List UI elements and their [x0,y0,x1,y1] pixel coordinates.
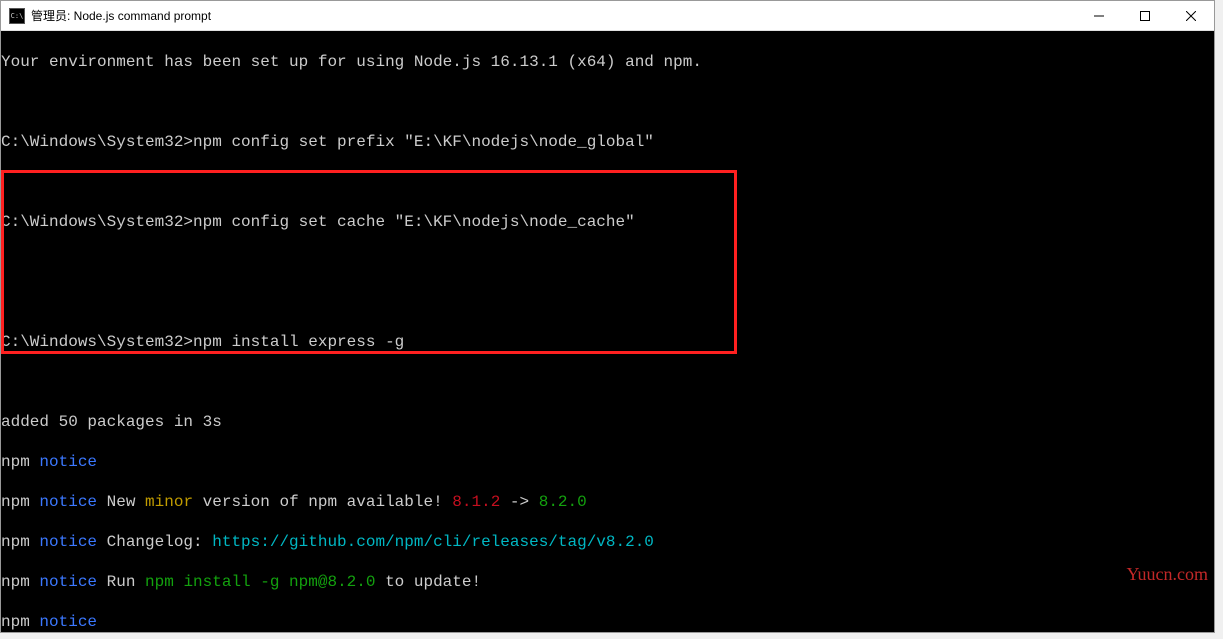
prompt: C:\Windows\System32> [1,213,193,231]
changelog-label: Changelog: [97,533,212,551]
window-title: 管理员: Node.js command prompt [31,7,1076,24]
window-frame: C:\ 管理员: Node.js command prompt Your env… [0,0,1215,633]
npm-label: npm [1,493,39,511]
version-old: 8.1.2 [452,493,500,511]
run-command: npm install -g npm@8.2.0 [145,573,375,591]
minor-label: minor [145,493,193,511]
notice-label: notice [39,613,97,631]
command-3: npm install express -g [193,333,404,351]
run-label: Run [97,573,145,591]
npm-label: npm [1,573,39,591]
notice-label: notice [39,493,97,511]
notice-text: version of npm available! [193,493,452,511]
watermark: Yuucn.com [1127,564,1208,584]
minimize-button[interactable] [1076,1,1122,31]
run-tail: to update! [375,573,481,591]
maximize-button[interactable] [1122,1,1168,31]
npm-label: npm [1,533,39,551]
notice-label: notice [39,453,97,471]
added-line: added 50 packages in 3s [1,412,1214,432]
notice-text: New [97,493,145,511]
version-new: 8.2.0 [539,493,587,511]
close-button[interactable] [1168,1,1214,31]
changelog-url: https://github.com/npm/cli/releases/tag/… [212,533,654,551]
npm-label: npm [1,453,39,471]
window-controls [1076,1,1214,30]
command-1: npm config set prefix "E:\KF\nodejs\node… [193,133,654,151]
command-2: npm config set cache "E:\KF\nodejs\node_… [193,213,635,231]
terminal-output[interactable]: Your environment has been set up for usi… [1,31,1214,632]
notice-label: notice [39,573,97,591]
titlebar[interactable]: C:\ 管理员: Node.js command prompt [1,1,1214,31]
npm-label: npm [1,613,39,631]
prompt: C:\Windows\System32> [1,133,193,151]
arrow: -> [500,493,538,511]
notice-label: notice [39,533,97,551]
prompt: C:\Windows\System32> [1,333,193,351]
env-line: Your environment has been set up for usi… [1,52,1214,72]
app-icon: C:\ [9,8,25,24]
